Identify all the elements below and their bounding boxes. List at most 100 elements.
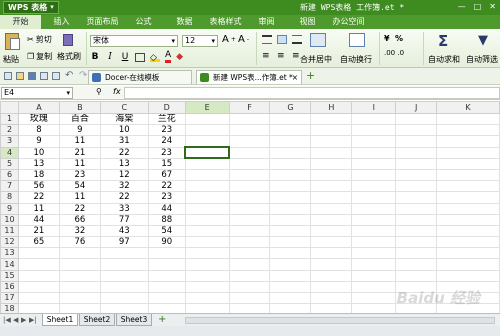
format-painter-icon[interactable] xyxy=(63,34,73,46)
column-header[interactable]: J xyxy=(395,101,438,114)
empty-cell[interactable] xyxy=(58,280,101,294)
data-cell[interactable]: 11 xyxy=(58,157,101,170)
empty-cell[interactable] xyxy=(147,291,186,305)
empty-cell[interactable] xyxy=(228,269,271,282)
horizontal-scrollbar[interactable] xyxy=(185,317,495,324)
empty-cell[interactable] xyxy=(310,303,353,313)
empty-cell[interactable] xyxy=(17,280,60,294)
empty-cell[interactable] xyxy=(228,202,271,215)
data-cell[interactable]: 22 xyxy=(99,191,149,204)
data-cell[interactable]: 21 xyxy=(58,146,101,159)
empty-cell[interactable] xyxy=(436,247,500,260)
empty-cell[interactable] xyxy=(351,269,397,282)
data-cell[interactable]: 44 xyxy=(147,202,186,215)
data-cell[interactable]: 13 xyxy=(17,157,60,170)
row-header[interactable]: 1 xyxy=(0,112,19,126)
tab-data[interactable]: 数据 xyxy=(164,15,205,29)
column-header[interactable]: H xyxy=(310,101,353,114)
empty-cell[interactable] xyxy=(99,291,149,305)
data-cell[interactable]: 24 xyxy=(147,135,186,148)
empty-cell[interactable] xyxy=(269,191,312,204)
font-size-select[interactable]: 12 xyxy=(182,35,218,47)
sheet-tab-1[interactable]: Sheet1 xyxy=(42,314,78,326)
data-cell[interactable]: 44 xyxy=(17,213,60,226)
app-menu-button[interactable]: WPS 表格 ▾ xyxy=(3,1,59,14)
data-cell[interactable]: 12 xyxy=(99,168,149,182)
close-tab-icon[interactable]: × xyxy=(292,71,298,84)
empty-cell[interactable] xyxy=(184,258,230,271)
empty-cell[interactable] xyxy=(184,124,230,137)
empty-cell[interactable] xyxy=(99,247,149,260)
empty-cell[interactable] xyxy=(436,236,500,249)
empty-cell[interactable] xyxy=(228,180,271,193)
underline-icon[interactable]: U xyxy=(120,52,130,62)
maximize-icon[interactable]: □ xyxy=(474,2,482,11)
data-cell[interactable]: 9 xyxy=(58,124,101,137)
empty-cell[interactable] xyxy=(269,135,312,148)
empty-cell[interactable] xyxy=(310,124,353,137)
data-cell[interactable]: 21 xyxy=(17,224,60,238)
empty-cell[interactable] xyxy=(436,157,500,170)
column-header-selected[interactable]: E xyxy=(184,101,230,114)
save-icon[interactable] xyxy=(28,72,36,80)
empty-cell[interactable] xyxy=(436,168,500,182)
empty-cell[interactable] xyxy=(310,291,353,305)
empty-cell[interactable] xyxy=(228,236,271,249)
empty-cell[interactable] xyxy=(228,303,271,313)
clear-format-icon[interactable]: ◆ xyxy=(176,52,183,62)
merge-center-icon[interactable] xyxy=(310,33,326,47)
data-cell[interactable]: 32 xyxy=(99,180,149,193)
empty-cell[interactable] xyxy=(310,135,353,148)
empty-cell[interactable] xyxy=(351,247,397,260)
data-cell[interactable]: 8 xyxy=(17,124,60,137)
print-preview-icon[interactable] xyxy=(52,72,60,80)
column-header[interactable]: B xyxy=(58,101,101,114)
empty-cell[interactable] xyxy=(395,191,438,204)
empty-cell[interactable] xyxy=(269,124,312,137)
empty-cell[interactable] xyxy=(436,258,500,271)
empty-cell[interactable] xyxy=(436,135,500,148)
row-header[interactable]: 7 xyxy=(0,180,19,193)
empty-cell[interactable] xyxy=(228,124,271,137)
empty-cell[interactable] xyxy=(310,258,353,271)
empty-cell[interactable] xyxy=(269,146,312,159)
row-header[interactable]: 5 xyxy=(0,157,19,170)
data-cell[interactable]: 10 xyxy=(17,146,60,159)
column-header[interactable]: K xyxy=(436,101,500,114)
empty-cell[interactable] xyxy=(310,247,353,260)
data-cell[interactable]: 54 xyxy=(58,180,101,193)
autosum-button[interactable]: 自动求和 xyxy=(428,54,460,65)
column-header[interactable]: I xyxy=(351,101,397,114)
empty-cell[interactable] xyxy=(147,269,186,282)
next-sheet-icon[interactable]: ▶ xyxy=(21,316,26,324)
prev-sheet-icon[interactable]: ◀ xyxy=(13,316,18,324)
empty-cell[interactable] xyxy=(395,269,438,282)
align-bottom-icon[interactable] xyxy=(292,35,302,44)
empty-cell[interactable] xyxy=(58,303,101,313)
data-cell[interactable]: 11 xyxy=(17,202,60,215)
empty-cell[interactable] xyxy=(269,269,312,282)
undo-icon[interactable]: ↶ xyxy=(65,70,73,81)
empty-cell[interactable] xyxy=(17,291,60,305)
empty-cell[interactable] xyxy=(395,146,438,159)
empty-cell[interactable] xyxy=(436,146,500,159)
decimal-icon[interactable]: .00 .0 xyxy=(384,49,404,57)
paste-icon[interactable] xyxy=(5,33,20,50)
empty-cell[interactable] xyxy=(351,135,397,148)
align-top-icon[interactable] xyxy=(262,35,272,44)
empty-cell[interactable] xyxy=(436,224,500,238)
empty-cell[interactable] xyxy=(99,280,149,294)
align-right-icon[interactable]: ≡ xyxy=(292,51,300,61)
function-button[interactable]: fx xyxy=(113,87,121,96)
data-cell[interactable]: 22 xyxy=(17,191,60,204)
autosum-icon[interactable]: Σ xyxy=(438,32,448,50)
empty-cell[interactable] xyxy=(228,280,271,294)
empty-cell[interactable] xyxy=(184,135,230,148)
empty-cell[interactable] xyxy=(228,112,271,126)
empty-cell[interactable] xyxy=(351,168,397,182)
empty-cell[interactable] xyxy=(269,202,312,215)
empty-cell[interactable] xyxy=(58,247,101,260)
row-header[interactable]: 10 xyxy=(0,213,19,226)
data-cell[interactable]: 18 xyxy=(17,168,60,182)
empty-cell[interactable] xyxy=(269,303,312,313)
